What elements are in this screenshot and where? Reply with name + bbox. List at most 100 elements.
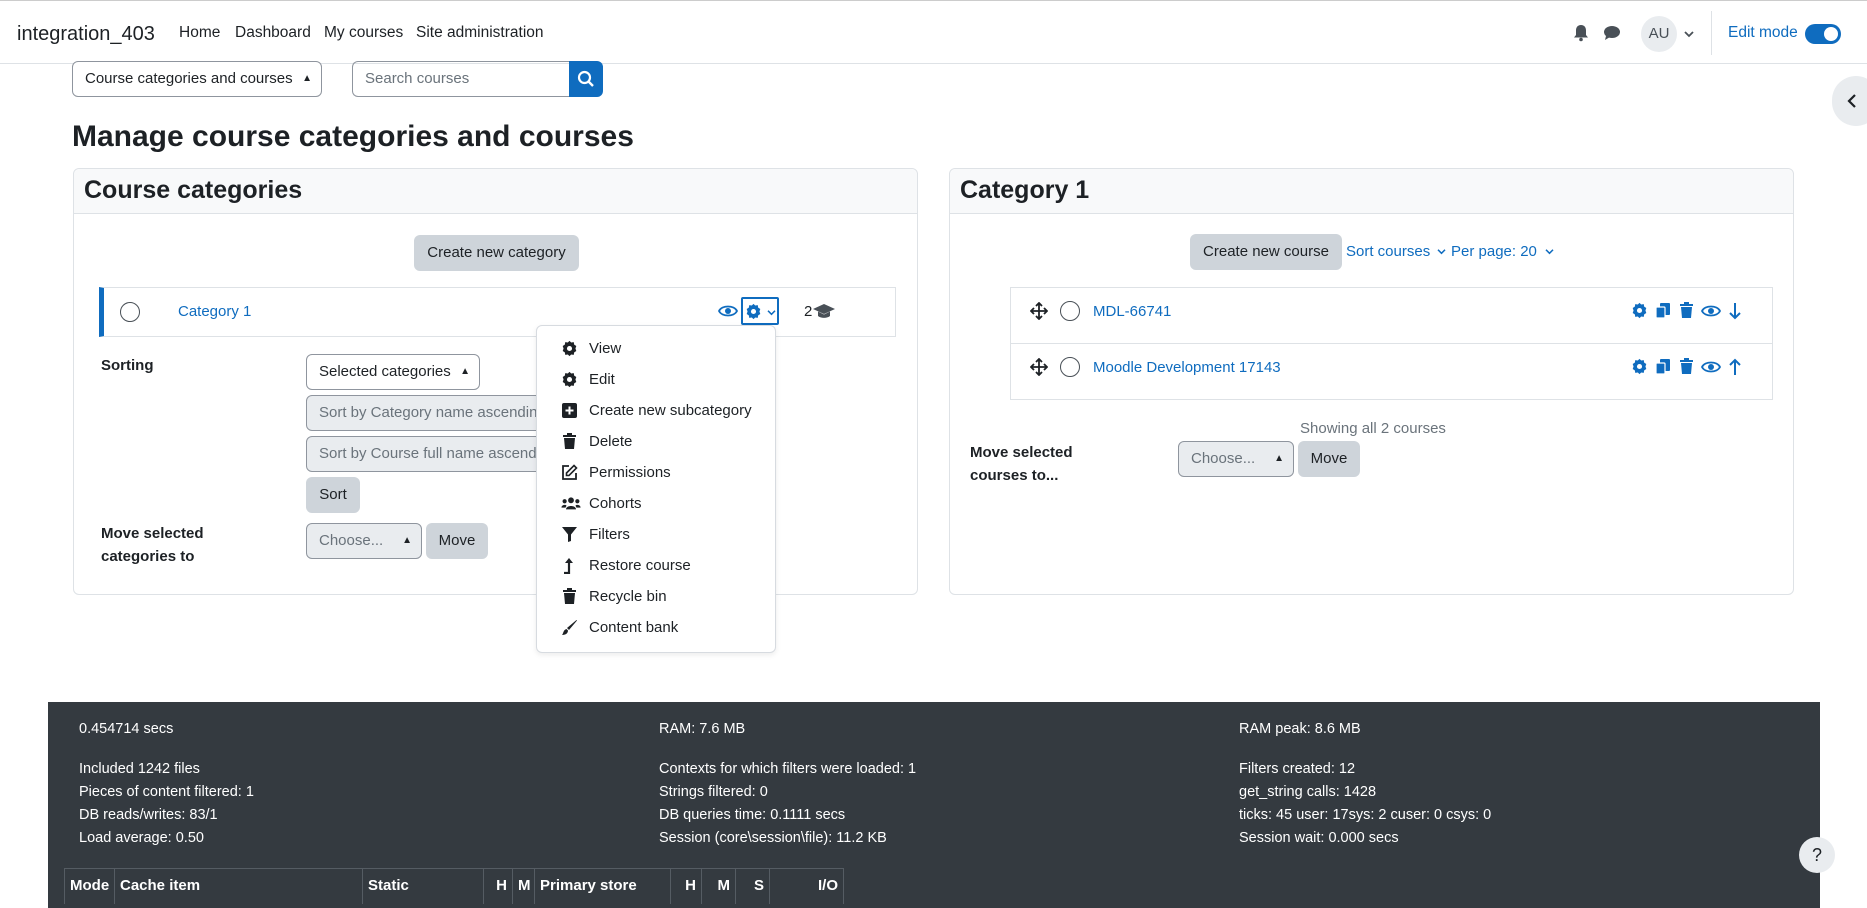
per-page-dropdown[interactable]: Per page: 20 <box>1451 243 1537 260</box>
trash-icon[interactable] <box>1679 302 1694 319</box>
select-arrows-icon: ▲ <box>1274 453 1284 464</box>
view-mode-select-value: Course categories and courses <box>85 70 293 87</box>
course-row[interactable]: Moodle Development 17143 <box>1010 343 1773 400</box>
menu-item-view[interactable]: View <box>537 334 775 364</box>
copy-icon[interactable] <box>1655 358 1671 375</box>
category-actions-menu-toggle[interactable] <box>741 297 779 325</box>
open-drawer-button[interactable] <box>1832 76 1867 126</box>
arrow-down-icon[interactable] <box>1728 302 1742 320</box>
table-header-cell: H <box>483 868 513 904</box>
footer-stat: Contexts for which filters were loaded: … <box>659 761 917 777</box>
sort-courses-select[interactable]: Sort by Course full name ascending <box>306 436 566 472</box>
category-row[interactable]: Category 1 2 <box>99 287 896 337</box>
table-header-cell: Cache item <box>114 868 363 904</box>
create-new-course-button[interactable]: Create new course <box>1190 234 1342 270</box>
footer-stat: Filters created: 12 <box>1239 761 1356 777</box>
move-handle-icon[interactable] <box>1030 358 1048 376</box>
gear-icon[interactable] <box>1631 358 1648 375</box>
menu-item-label: Delete <box>589 433 633 450</box>
menu-item-permissions[interactable]: Permissions <box>537 458 775 488</box>
course-row[interactable]: MDL-66741 <box>1010 287 1773 344</box>
menu-item-edit[interactable]: Edit <box>537 365 775 395</box>
search-button[interactable] <box>569 61 603 97</box>
showing-courses-text: Showing all 2 courses <box>1300 420 1446 437</box>
menu-item-create-subcategory[interactable]: Create new subcategory <box>537 396 775 426</box>
sort-courses-dropdown[interactable]: Sort courses <box>1346 243 1430 260</box>
move-categories-button[interactable]: Move <box>426 523 488 559</box>
course-link[interactable]: MDL-66741 <box>1093 303 1171 320</box>
table-header-cell: Primary store <box>534 868 671 904</box>
brush-icon <box>562 620 577 635</box>
move-courses-label-line2: courses to... <box>970 467 1059 484</box>
arrow-up-icon[interactable] <box>1728 358 1742 376</box>
eye-icon[interactable] <box>1701 359 1721 375</box>
course-checkbox[interactable] <box>1060 301 1080 321</box>
edit-mode-label[interactable]: Edit mode <box>1728 24 1798 42</box>
move-categories-select-value: Choose... <box>319 532 384 549</box>
menu-item-recycle-bin[interactable]: Recycle bin <box>537 582 775 612</box>
eye-icon[interactable] <box>718 303 738 319</box>
menu-item-content-bank[interactable]: Content bank <box>537 613 775 643</box>
trash-icon <box>563 433 576 449</box>
footer-stat: Load average: 0.50 <box>79 830 204 846</box>
trash-icon <box>563 588 576 604</box>
table-header-cell: I/O <box>769 868 844 904</box>
chevron-down-icon[interactable] <box>1437 248 1446 255</box>
edit-mode-toggle[interactable] <box>1805 24 1841 44</box>
bell-icon[interactable] <box>1571 23 1591 43</box>
table-header-cell: Mode <box>64 868 115 904</box>
category-checkbox[interactable] <box>120 302 140 322</box>
menu-item-cohorts[interactable]: Cohorts <box>537 489 775 519</box>
table-header-cell: M <box>701 868 736 904</box>
site-name[interactable]: integration_403 <box>17 23 155 46</box>
course-categories-title: Course categories <box>84 176 303 204</box>
table-header-cell: H <box>670 868 702 904</box>
category-link[interactable]: Category 1 <box>178 303 251 320</box>
nav-my-courses[interactable]: My courses <box>324 24 403 42</box>
footer-stat: DB reads/writes: 83/1 <box>79 807 218 823</box>
footer-stat: Included 1242 files <box>79 761 200 777</box>
menu-item-label: Filters <box>589 526 630 543</box>
menu-item-label: Recycle bin <box>589 588 667 605</box>
sort-button[interactable]: Sort <box>306 477 360 513</box>
footer-stat: ticks: 45 user: 17sys: 2 cuser: 0 csys: … <box>1239 807 1492 823</box>
chevron-down-icon[interactable] <box>1545 248 1554 255</box>
search-icon <box>577 70 594 87</box>
move-categories-select[interactable]: Choose... ▲ <box>306 523 422 559</box>
copy-icon[interactable] <box>1655 302 1671 319</box>
move-handle-icon[interactable] <box>1030 302 1048 320</box>
menu-item-label: Content bank <box>589 619 679 636</box>
eye-icon[interactable] <box>1701 303 1721 319</box>
nav-home[interactable]: Home <box>179 24 221 64</box>
help-button[interactable]: ? <box>1799 837 1835 873</box>
menu-item-filters[interactable]: Filters <box>537 520 775 550</box>
nav-site-administration[interactable]: Site administration <box>416 24 544 42</box>
move-courses-button[interactable]: Move <box>1298 441 1360 477</box>
course-link[interactable]: Moodle Development 17143 <box>1093 359 1281 376</box>
menu-item-delete[interactable]: Delete <box>537 427 775 457</box>
user-avatar[interactable]: AU <box>1641 16 1677 52</box>
level-up-icon <box>564 558 573 574</box>
nav-dashboard[interactable]: Dashboard <box>235 24 311 42</box>
menu-item-restore-course[interactable]: Restore course <box>537 551 775 581</box>
gear-icon <box>562 371 577 388</box>
footer-time: 0.454714 secs <box>79 721 174 737</box>
move-courses-select[interactable]: Choose... ▲ <box>1178 441 1294 477</box>
chat-icon[interactable] <box>1602 23 1622 43</box>
sort-scope-select[interactable]: Selected categories ▲ <box>306 354 480 390</box>
create-new-category-button[interactable]: Create new category <box>414 235 579 271</box>
search-courses-input[interactable]: Search courses <box>352 61 570 97</box>
filter-icon <box>562 527 577 542</box>
view-mode-select[interactable]: Course categories and courses ▲ <box>72 61 322 97</box>
trash-icon[interactable] <box>1679 358 1694 375</box>
course-categories-header: Course categories <box>74 169 917 214</box>
course-checkbox[interactable] <box>1060 357 1080 377</box>
gear-icon[interactable] <box>1631 302 1648 319</box>
menu-item-label: Permissions <box>589 464 671 481</box>
gear-icon <box>746 303 761 320</box>
footer-stat: Strings filtered: 0 <box>659 784 768 800</box>
sort-scope-select-value: Selected categories <box>319 363 451 380</box>
sort-categories-select[interactable]: Sort by Category name ascending <box>306 395 566 431</box>
chevron-down-icon[interactable] <box>1684 30 1694 38</box>
select-arrows-icon: ▲ <box>460 366 470 377</box>
